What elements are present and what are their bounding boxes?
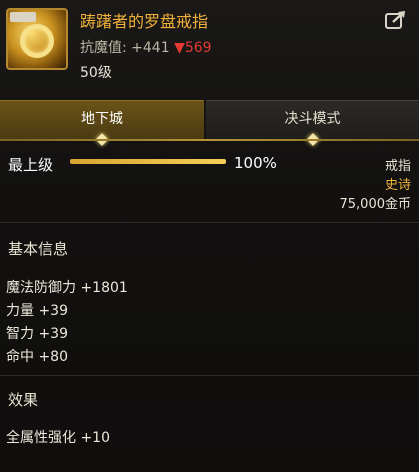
stat-line: 智力 +39 xyxy=(6,326,68,342)
item-header: 踌躇者的罗盘戒指 抗魔值: +441 ▼569 50级 xyxy=(0,0,419,92)
item-tag-icon xyxy=(10,12,36,22)
basic-info-title: 基本信息 xyxy=(8,240,69,258)
resist-line: 抗魔值: +441 ▼569 xyxy=(80,37,212,57)
tab-underline xyxy=(0,139,419,141)
grade-percent: 100% xyxy=(234,154,277,172)
divider xyxy=(0,222,419,223)
ring-item-icon xyxy=(6,8,68,70)
stat-line: 魔法防御力 +1801 xyxy=(6,280,128,296)
grade-bar-fill xyxy=(70,159,226,164)
stat-line: 力量 +39 xyxy=(6,303,68,319)
resist-value: +441 xyxy=(131,40,170,56)
grade-label: 最上级 xyxy=(8,156,54,174)
effect-line: 全属性强化 +10 xyxy=(6,430,110,446)
effects-title: 效果 xyxy=(8,391,39,409)
tab-duel[interactable]: 决斗模式 xyxy=(206,100,419,146)
tab-duel-label: 决斗模式 xyxy=(284,111,341,127)
tab-dungeon[interactable]: 地下城 xyxy=(0,100,204,146)
item-tooltip-panel: 踌躇者的罗盘戒指 抗魔值: +441 ▼569 50级 地下城 决斗模式 最上级… xyxy=(0,0,419,472)
grade-bar xyxy=(70,159,226,164)
ring-shape xyxy=(20,24,54,58)
item-type: 戒指 xyxy=(384,159,411,174)
item-price: 75,000金币 xyxy=(339,197,412,212)
resist-label: 抗魔值: xyxy=(80,40,127,56)
resist-change: ▼569 xyxy=(174,40,212,56)
mode-tabs: 地下城 决斗模式 xyxy=(0,100,419,146)
share-icon[interactable] xyxy=(385,10,407,30)
stat-line: 命中 +80 xyxy=(6,349,68,365)
item-rarity: 史诗 xyxy=(384,178,411,193)
item-name: 踌躇者的罗盘戒指 xyxy=(80,12,209,31)
tab-dungeon-label: 地下城 xyxy=(81,111,123,127)
divider xyxy=(0,375,419,376)
item-level: 50级 xyxy=(80,65,112,81)
